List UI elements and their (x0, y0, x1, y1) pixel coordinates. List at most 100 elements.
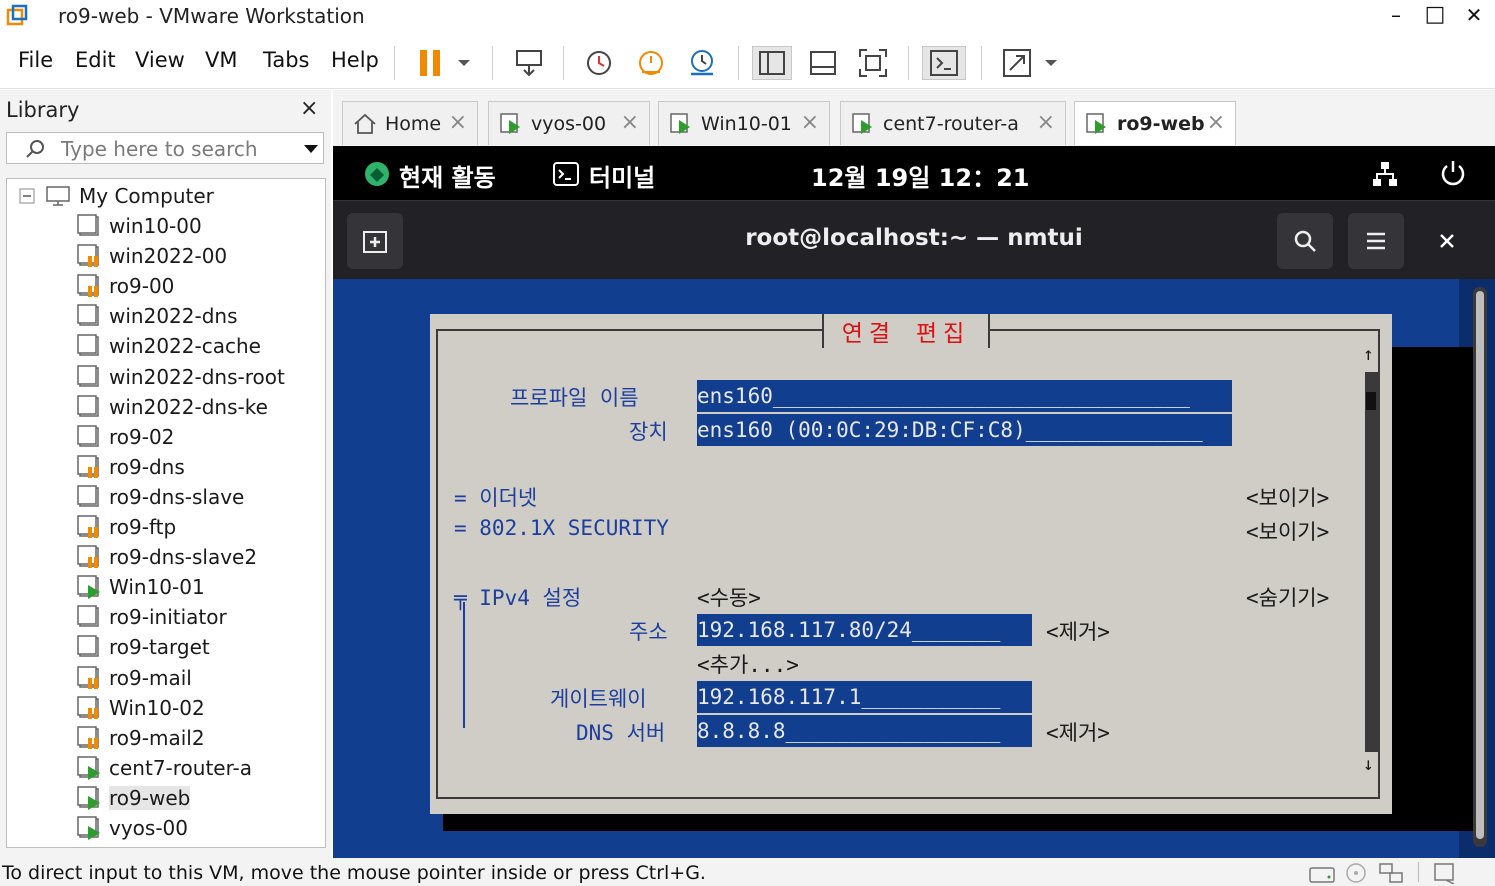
terminal-close-button[interactable] (1433, 227, 1461, 255)
pause-button[interactable] (412, 46, 448, 80)
vm-list-item[interactable]: win2022-dns (77, 301, 238, 331)
revert-snapshot-button[interactable] (632, 46, 670, 80)
address-field[interactable]: 192.168.117.80/24_______ (697, 614, 1032, 646)
search-input[interactable] (59, 135, 293, 163)
vm-list-item[interactable]: win2022-cache (77, 331, 261, 361)
terminal-body[interactable]: 연결 편집 프로파일 이름 ens160____________________… (333, 279, 1495, 858)
minimize-button[interactable]: – (1381, 2, 1411, 28)
vm-list-item[interactable]: ro9-target (77, 632, 210, 662)
message-log-icon[interactable] (1432, 862, 1460, 884)
hard-disk-icon[interactable] (1308, 862, 1336, 884)
menu-view[interactable]: View (135, 48, 185, 72)
console-view-button[interactable] (922, 46, 966, 80)
library-search-box[interactable] (6, 132, 324, 164)
gnome-app-menu[interactable]: 터미널 (589, 158, 655, 193)
show-library-button[interactable] (752, 46, 792, 80)
tab-win10-01[interactable]: Win10-01 × (658, 101, 830, 145)
dialog-scroll-down-icon[interactable]: ↓ (1363, 754, 1374, 775)
gnome-top-bar: 현재 활동 터미널 12월 19일 12：21 (333, 146, 1495, 200)
ipv4-method-button[interactable]: <수동> (697, 582, 761, 612)
dialog-scroll-up-icon[interactable]: ↑ (1363, 344, 1374, 365)
vm-list-item[interactable]: vyos-00 (77, 813, 188, 843)
vm-list-item[interactable]: ro9-02 (77, 422, 174, 452)
gnome-activities-icon (365, 162, 389, 186)
dns-field[interactable]: 8.8.8.8_________________ (697, 715, 1032, 747)
tab-close-icon[interactable]: × (449, 110, 467, 135)
tab-close-icon[interactable]: × (621, 110, 639, 135)
vm-off-icon (77, 635, 99, 658)
menu-edit[interactable]: Edit (75, 48, 116, 72)
vm-list-item[interactable]: win2022-dns-root (77, 362, 285, 392)
network-adapter-icon[interactable] (1378, 862, 1406, 884)
menu-help[interactable]: Help (331, 48, 379, 72)
dns-remove-button[interactable]: <제거> (1046, 717, 1110, 747)
vm-list-item[interactable]: ro9-ftp (77, 512, 176, 542)
menu-file[interactable]: File (18, 48, 53, 72)
vm-list-item-label: ro9-target (109, 635, 210, 660)
vm-console[interactable]: 현재 활동 터미널 12월 19일 12：21 root@localhost:~… (333, 146, 1495, 858)
menu-vm[interactable]: VM (205, 48, 237, 72)
dialog-scrollbar[interactable] (1365, 372, 1378, 752)
full-screen-button[interactable] (853, 46, 893, 80)
stretch-dropdown-button[interactable] (1040, 46, 1062, 80)
ethernet-show-button[interactable]: <보이기> (1246, 482, 1329, 512)
vm-list-item[interactable]: win2022-00 (77, 241, 227, 271)
title-bar: ro9-web - VMware Workstation – □ ✕ (0, 0, 1495, 32)
address-label: 주소 (629, 620, 668, 644)
vmware-app-icon (6, 4, 28, 26)
vm-list-item[interactable]: Win10-01 (77, 572, 205, 602)
vm-list-item[interactable]: win2022-dns-ke (77, 392, 268, 422)
terminal-scroll-thumb[interactable] (1476, 291, 1484, 839)
tab-ro9-web[interactable]: ro9-web × (1074, 101, 1236, 145)
collapse-icon[interactable] (19, 188, 35, 204)
tab-cent7-router-a[interactable]: cent7-router-a × (840, 101, 1066, 145)
cd-dvd-icon[interactable] (1344, 862, 1368, 884)
vm-list-item[interactable]: ro9-00 (77, 271, 174, 301)
send-ctrl-alt-del-button[interactable] (510, 46, 548, 80)
vm-list-item[interactable]: ro9-web (77, 783, 191, 813)
gnome-clock[interactable]: 12월 19일 12：21 (811, 158, 1029, 193)
vm-list-item[interactable]: ro9-mail (77, 663, 192, 693)
tab-close-icon[interactable]: × (1207, 110, 1225, 135)
maximize-button[interactable]: □ (1420, 2, 1450, 28)
gateway-field[interactable]: 192.168.117.1___________ (697, 681, 1032, 713)
vm-list-item[interactable]: Win10-02 (77, 693, 205, 723)
dialog-scroll-thumb[interactable] (1366, 392, 1376, 410)
stretch-guest-button[interactable] (998, 46, 1036, 80)
terminal-menu-button[interactable] (1348, 213, 1404, 269)
tab-close-icon[interactable]: × (801, 110, 819, 135)
chevron-down-icon[interactable] (303, 144, 319, 154)
vm-list-item[interactable]: ro9-dns-slave2 (77, 542, 257, 572)
close-button[interactable]: ✕ (1459, 2, 1489, 28)
menu-toolbar: File Edit View VM Tabs Help (0, 38, 1495, 89)
snapshot-button[interactable] (580, 46, 618, 80)
vm-list-item[interactable]: ro9-initiator (77, 602, 227, 632)
vm-list-item[interactable]: win10-00 (77, 211, 202, 241)
tab-vyos-00[interactable]: vyos-00 × (488, 101, 650, 145)
menu-tabs[interactable]: Tabs (263, 48, 310, 72)
address-add-button[interactable]: <추가...> (697, 649, 799, 679)
vm-list-item[interactable]: cent7-router-a (77, 753, 252, 783)
vm-running-icon (670, 112, 690, 134)
power-dropdown-button[interactable] (452, 46, 476, 80)
tab-close-icon[interactable]: × (1037, 110, 1055, 135)
snapshot-manager-button[interactable] (683, 46, 721, 80)
library-close-button[interactable]: × (300, 96, 318, 121)
vm-list-item[interactable]: ro9-dns (77, 452, 185, 482)
vm-list-item-label: win2022-cache (109, 334, 261, 359)
ipv4-hide-button[interactable]: <숨기기> (1246, 582, 1329, 612)
network-icon[interactable] (1371, 160, 1399, 188)
power-icon[interactable] (1439, 159, 1467, 187)
device-field[interactable]: ens160 (00:0C:29:DB:CF:C8)______________ (697, 414, 1232, 446)
vm-list-item-label: ro9-02 (109, 424, 175, 449)
thumbnail-bar-button[interactable] (803, 46, 843, 80)
gnome-activities[interactable]: 현재 활동 (399, 158, 496, 193)
vm-list-item[interactable]: ro9-dns-slave (77, 482, 244, 512)
profile-name-field[interactable]: ens160_________________________________ (697, 380, 1232, 412)
security-show-button[interactable]: <보이기> (1246, 516, 1329, 546)
terminal-search-button[interactable] (1277, 213, 1333, 269)
address-remove-button[interactable]: <제거> (1046, 616, 1110, 646)
tree-root-my-computer[interactable]: My Computer (19, 181, 214, 211)
vm-list-item[interactable]: ro9-mail2 (77, 723, 205, 753)
tab-home[interactable]: Home × (342, 101, 478, 145)
